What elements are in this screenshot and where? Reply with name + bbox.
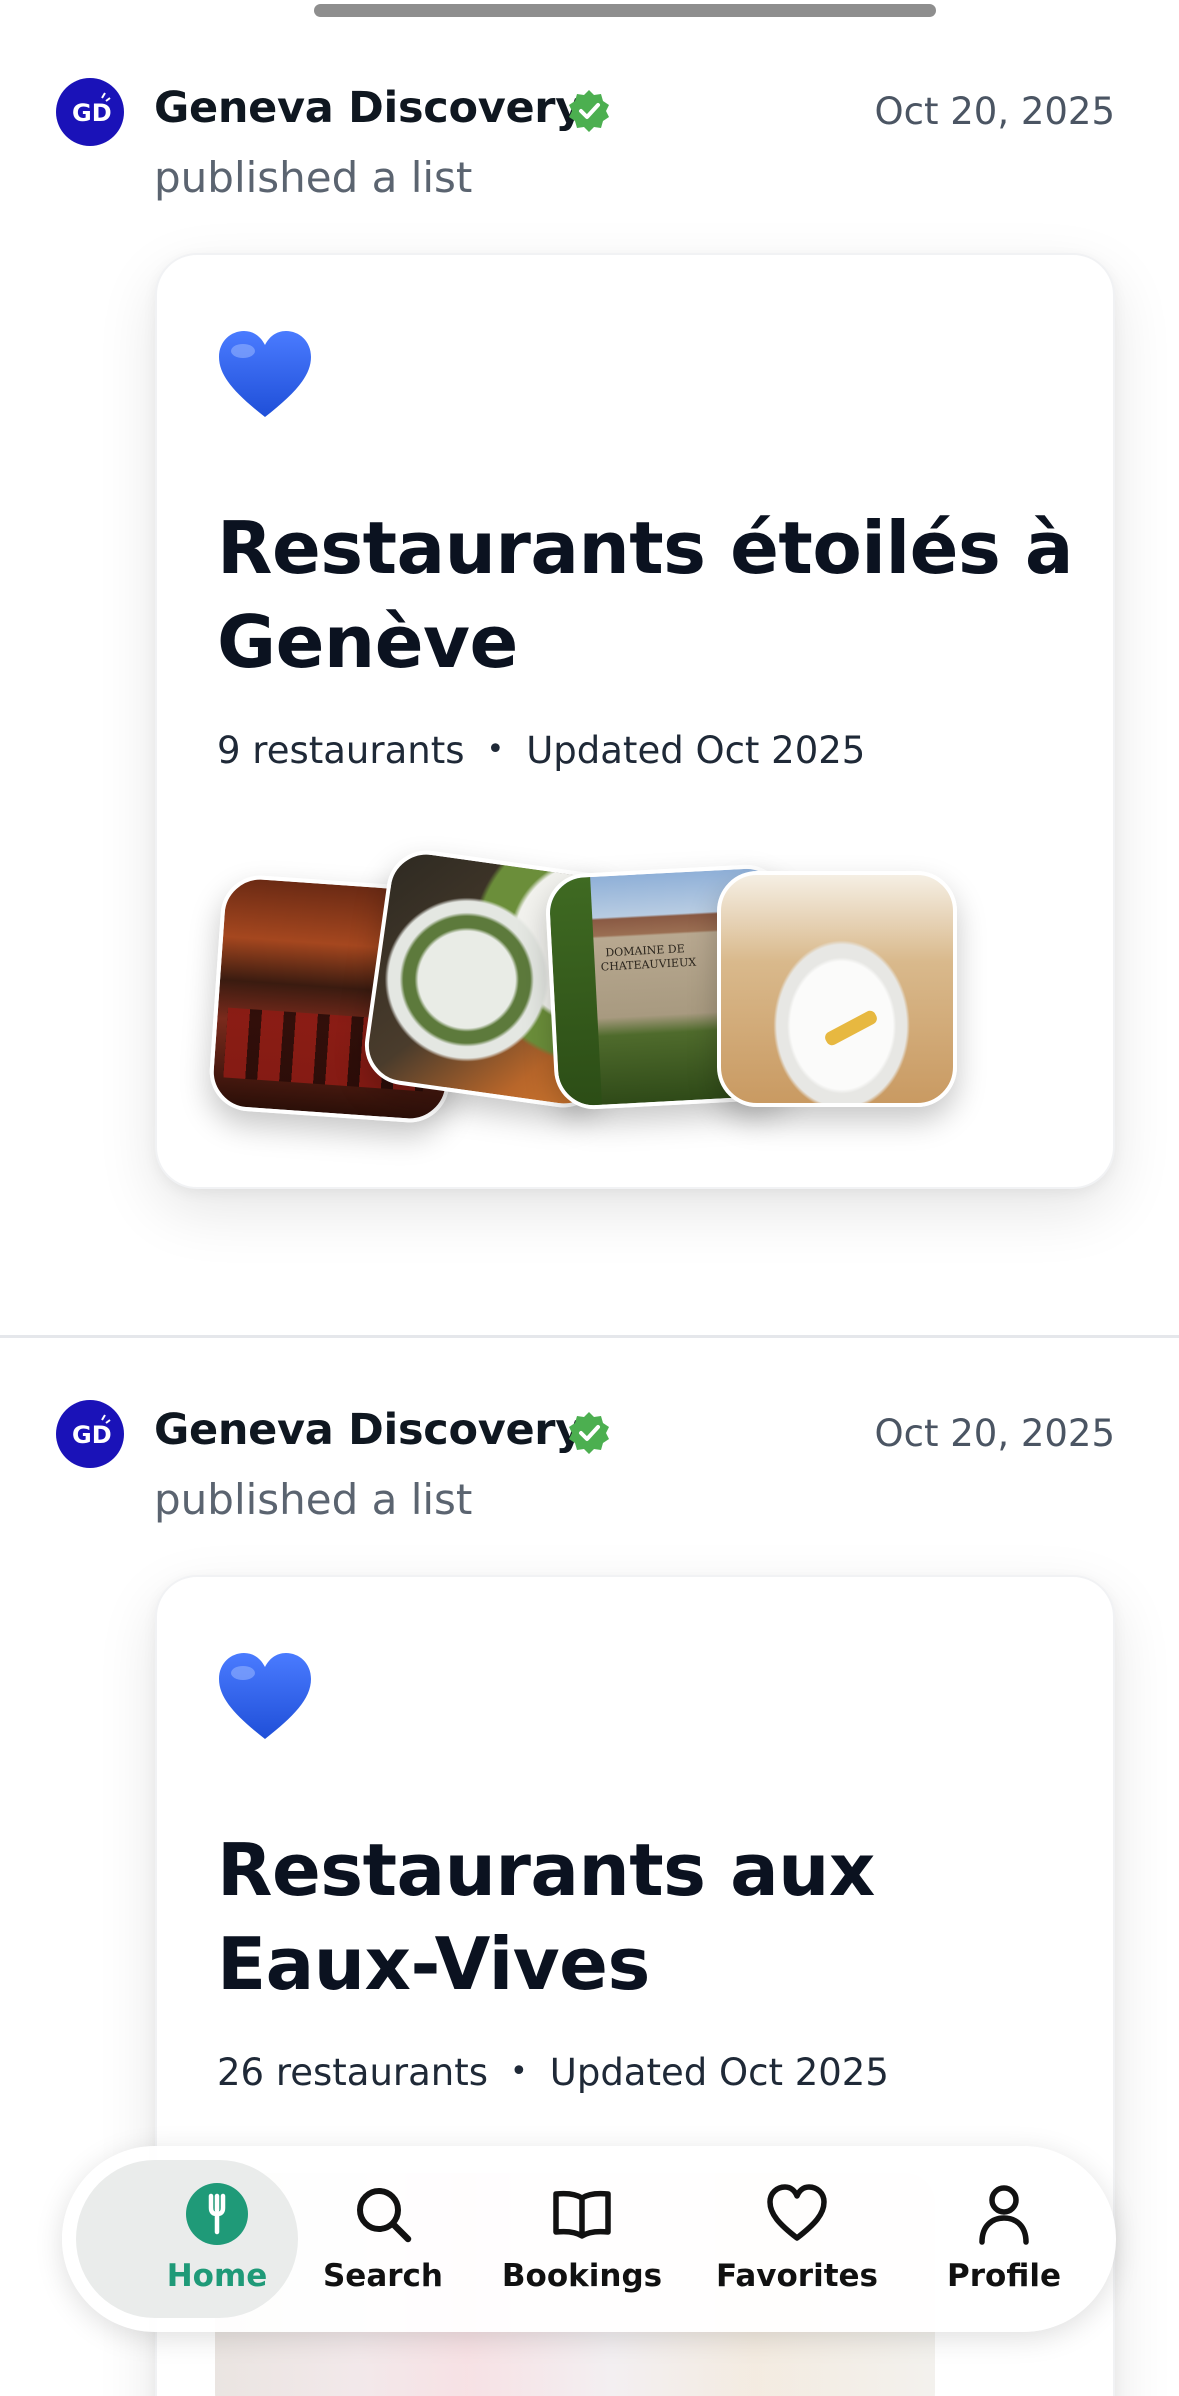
heart-icon (767, 2184, 827, 2241)
meta-separator: • (486, 732, 505, 767)
list-thumbnails[interactable] (207, 845, 975, 1126)
blue-heart-icon (219, 1653, 311, 1739)
bottom-tab-bar: Home Search Bookings Favorites Profile (62, 2146, 1116, 2332)
post-date: Oct 20, 2025 (874, 90, 1116, 133)
updated-date: Updated Oct 2025 (526, 729, 866, 772)
tab-search[interactable]: Search (308, 2146, 458, 2332)
author-name[interactable]: Geneva Discovery (154, 83, 583, 133)
author-name[interactable]: Geneva Discovery (154, 1405, 583, 1455)
search-icon (357, 2188, 412, 2243)
post-action: published a list (154, 1475, 473, 1524)
list-meta: 9 restaurants • Updated Oct 2025 (217, 729, 865, 772)
verified-badge-icon (569, 1412, 609, 1454)
fork-icon (186, 2183, 248, 2245)
post-action: published a list (154, 153, 473, 202)
tab-label: Profile (947, 2258, 1061, 2294)
svg-text:GD: GD (72, 99, 112, 127)
book-icon (553, 2190, 611, 2239)
feed-divider (0, 1335, 1179, 1338)
thumbnail-plated-dessert (717, 871, 957, 1107)
avatar[interactable]: GD (56, 1400, 124, 1468)
verified-badge-icon (569, 90, 609, 132)
restaurant-count: 26 restaurants (217, 2051, 489, 2094)
tab-favorites[interactable]: Favorites (707, 2146, 887, 2332)
person-icon (979, 2185, 1029, 2245)
list-title[interactable]: Restaurants étoilés à Genève (217, 501, 1077, 689)
tab-home[interactable]: Home (117, 2146, 317, 2332)
meta-separator: • (510, 2054, 528, 2089)
blue-heart-icon (219, 331, 311, 417)
list-meta: 26 restaurants • Updated Oct 2025 (217, 2051, 889, 2094)
list-card[interactable]: Restaurants étoilés à Genève 9 restauran… (155, 253, 1115, 1189)
geneva-discovery-logo-icon: GD (72, 1414, 112, 1449)
avatar[interactable]: GD (56, 78, 124, 146)
tab-label: Favorites (716, 2258, 878, 2294)
tab-label: Search (322, 2258, 443, 2294)
restaurant-count: 9 restaurants (217, 729, 465, 772)
tab-bookings[interactable]: Bookings (502, 2146, 662, 2332)
updated-date: Updated Oct 2025 (549, 2051, 889, 2094)
post-date: Oct 20, 2025 (874, 1412, 1116, 1455)
tab-label: Bookings (501, 2258, 663, 2294)
tab-profile[interactable]: Profile (929, 2146, 1079, 2332)
tab-label: Home (166, 2258, 268, 2294)
list-title[interactable]: Restaurants aux Eaux-Vives (217, 1823, 1077, 2011)
scroll-indicator[interactable] (314, 4, 936, 17)
geneva-discovery-logo-icon: GD (72, 92, 112, 127)
svg-text:GD: GD (72, 1421, 112, 1449)
